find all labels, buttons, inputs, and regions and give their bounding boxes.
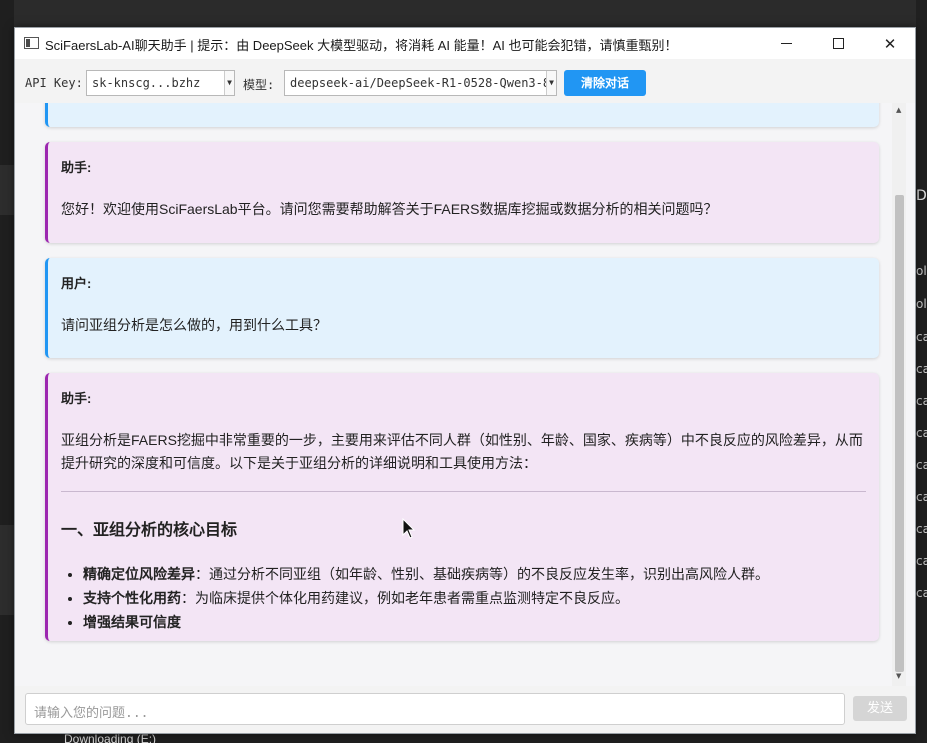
list-item: 增强结果可信度 [83,610,866,634]
list-item: 支持个性化用药：为临床提供个体化用药建议，例如老年患者需重点监测特定不良反应。 [83,586,866,610]
scroll-down-icon[interactable]: ▼ [896,672,901,680]
maximize-icon [832,38,844,49]
api-key-label: API Key: [25,76,83,90]
list-item-bold: 精确定位风险差异 [83,566,195,582]
bg-item: ca [916,362,927,376]
message-intro: 亚组分析是FAERS挖掘中非常重要的一步，主要用来评估不同人群（如性别、年龄、国… [61,432,863,471]
scroll-up-icon[interactable]: ▲ [896,106,901,114]
api-key-combo[interactable]: sk-knscg...bzhz ▼ [86,70,235,96]
api-key-value: sk-knscg...bzhz [92,76,201,90]
bg-item: ca [916,458,927,472]
divider [61,491,866,492]
message-heading: 一、亚组分析的核心目标 [61,522,238,539]
chat-scrollbar[interactable]: ▲ ▼ [892,103,906,686]
bullet-list: 精确定位风险差异：通过分析不同亚组（如年龄、性别、基础疾病等）的不良反应发生率，… [61,562,866,634]
bg-item: ca [916,330,927,344]
window-title: SciFaersLab-AI聊天助手 | 提示：由 DeepSeek 大模型驱动… [45,38,678,53]
app-window-icon [24,37,39,49]
bg-header: De [916,188,927,204]
list-item: 精确定位风险差异：通过分析不同亚组（如年龄、性别、基础疾病等）的不良反应发生率，… [83,562,866,586]
close-icon: ✕ [883,34,897,53]
bg-item: ca [916,394,927,408]
background-taskbar: Downloading (E:) [14,734,916,743]
bg-item: ca [916,490,927,504]
message-user: 用户: 请问亚组分析是怎么做的，用到什么工具？ [45,258,879,358]
bg-item: ca [916,586,927,600]
bg-item: ca [916,522,927,536]
question-input[interactable]: 请输入您的问题... [25,693,845,725]
message-text: 请问亚组分析是怎么做的，用到什么工具？ [61,317,327,333]
maximize-button[interactable] [812,28,864,59]
background-app-right: De ol ol ca ca ca ca ca ca ca ca ca [916,0,927,743]
title-bar[interactable]: SciFaersLab-AI聊天助手 | 提示：由 DeepSeek 大模型驱动… [15,28,915,59]
chat-window: SciFaersLab-AI聊天助手 | 提示：由 DeepSeek 大模型驱动… [14,27,916,734]
list-item-bold: 支持个性化用药 [83,590,181,606]
message-user-partial [45,103,879,127]
bg-item: ol [916,297,927,311]
bg-item: ca [916,554,927,568]
send-button[interactable]: 发送 [853,696,907,721]
model-combo[interactable]: deepseek-ai/DeepSeek-R1-0528-Qwen3-8B ▼ [284,70,557,96]
clear-chat-button[interactable]: 清除对话 [564,70,646,96]
bg-item: ol [916,264,927,278]
model-label: 模型: [243,78,275,92]
toolbar: API Key: sk-knscg...bzhz ▼ 模型: deepseek-… [15,59,915,103]
model-value: deepseek-ai/DeepSeek-R1-0528-Qwen3-8B [290,76,557,90]
message-text: 您好！欢迎使用SciFaersLab平台。请问您需要帮助解答关于FAERS数据库… [61,201,718,217]
scrollbar-thumb[interactable] [895,195,904,672]
message-role: 用户: [61,276,92,291]
message-role: 助手: [61,160,92,175]
minimize-icon [780,42,792,45]
list-item-text: ：为临床提供个体化用药建议，例如老年患者需重点监测特定不良反应。 [181,590,629,606]
message-assistant: 助手: 您好！欢迎使用SciFaersLab平台。请问您需要帮助解答关于FAER… [45,142,879,243]
mouse-cursor-icon [402,518,416,539]
bg-item: ca [916,426,927,440]
chat-area[interactable]: 助手: 您好！欢迎使用SciFaersLab平台。请问您需要帮助解答关于FAER… [15,103,915,686]
list-item-bold: 增强结果可信度 [83,614,181,630]
message-role: 助手: [61,391,92,406]
close-button[interactable]: ✕ [864,28,915,59]
minimize-button[interactable] [760,28,812,59]
chevron-down-icon[interactable]: ▼ [224,71,234,95]
input-bar: 请输入您的问题... 发送 [15,686,915,733]
list-item-text: ：通过分析不同亚组（如年龄、性别、基础疾病等）的不良反应发生率，识别出高风险人群… [195,566,769,582]
taskbar-item[interactable]: Downloading (E:) [64,734,156,743]
message-assistant: 助手: 亚组分析是FAERS挖掘中非常重要的一步，主要用来评估不同人群（如性别、… [45,373,879,641]
chevron-down-icon[interactable]: ▼ [546,71,556,95]
desktop-left-edge [0,0,14,743]
